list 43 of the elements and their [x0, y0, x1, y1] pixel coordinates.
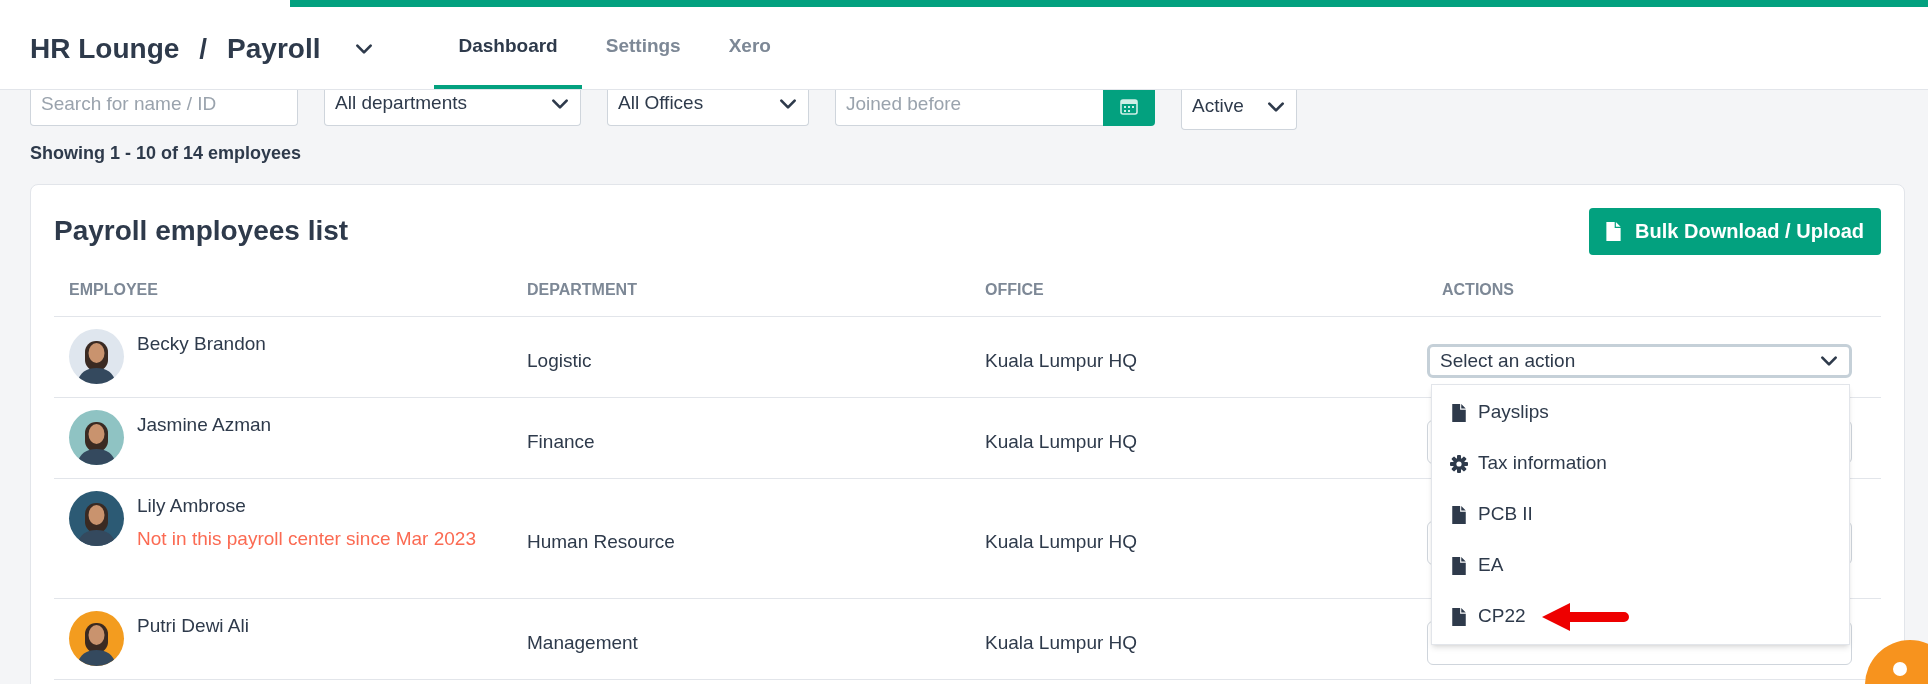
menu-item[interactable]: EA	[1432, 540, 1849, 591]
dropdown[interactable]: All Offices	[607, 90, 809, 126]
column-header: OFFICE	[984, 280, 1045, 300]
calendar-icon	[1120, 97, 1138, 115]
gear-icon	[1448, 453, 1470, 474]
breadcrumb-item: Payroll	[227, 31, 321, 66]
breadcrumb-item[interactable]: HR Lounge	[30, 27, 180, 70]
employee-name[interactable]: Lily Ambrose	[137, 493, 497, 519]
employee-name[interactable]: Putri Dewi Ali	[137, 613, 249, 639]
menu-item[interactable]: Tax information	[1432, 438, 1849, 489]
tab[interactable]: Xero	[704, 7, 795, 89]
table-cell-text: Kuala Lumpur HQ	[985, 429, 1138, 454]
dropdown[interactable]: Active	[1181, 90, 1297, 130]
document-icon	[1606, 221, 1622, 241]
table-cell-text: Logistic	[527, 348, 592, 373]
date-field[interactable]: Joined before	[835, 90, 1103, 126]
table-cell-text: Finance	[527, 429, 595, 454]
calendar-button[interactable]	[1103, 90, 1155, 126]
menu-item[interactable]: PCB II	[1432, 489, 1849, 540]
menu-item[interactable]: CP22	[1432, 591, 1849, 642]
search-field[interactable]: Search for name / ID	[30, 90, 298, 126]
menu-item[interactable]: Payslips	[1432, 387, 1849, 438]
table-cell-text: Management	[527, 630, 638, 655]
tab[interactable]: Settings	[581, 7, 705, 89]
column-header: EMPLOYEE	[68, 280, 159, 300]
status-note: Not in this payroll center since Mar 2023	[137, 527, 477, 551]
table-cell-text: Human Resource	[527, 530, 675, 555]
table-cell-text: Kuala Lumpur HQ	[985, 630, 1138, 655]
result-count: Showing 1 - 10 of 14 employees	[29, 142, 303, 164]
avatar	[69, 491, 124, 546]
employee-name[interactable]: Jasmine Azman	[137, 412, 272, 438]
breadcrumb-separator: /	[199, 31, 208, 66]
table-cell-text: Kuala Lumpur HQ	[985, 348, 1138, 373]
column-header: ACTIONS	[1441, 280, 1515, 300]
column-header: DEPARTMENT	[526, 280, 638, 300]
employee-name[interactable]: Becky Brandon	[137, 331, 266, 357]
chat-button[interactable]	[1865, 640, 1928, 684]
avatar	[69, 410, 124, 465]
avatar	[69, 611, 124, 666]
action-select[interactable]: Select an action	[1427, 343, 1852, 379]
table-cell-text: Kuala Lumpur HQ	[985, 530, 1138, 555]
dropdown[interactable]: All departments	[324, 90, 581, 126]
card-title: Payroll employees list	[54, 214, 349, 248]
